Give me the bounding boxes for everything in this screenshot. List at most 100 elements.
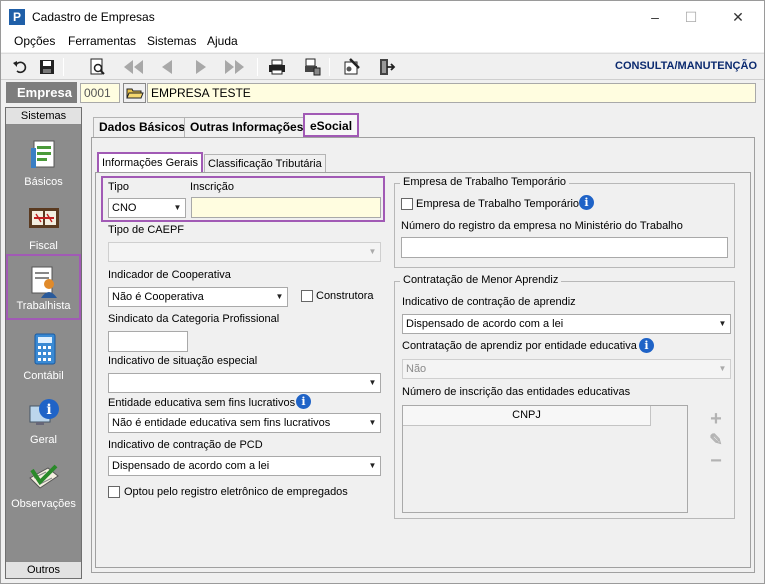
registro-eletronico-checkbox[interactable] xyxy=(108,486,120,498)
registro-mte-input[interactable] xyxy=(401,237,728,258)
tab-dados-basicos[interactable]: Dados Básicos xyxy=(93,117,192,138)
tipo-select[interactable]: CNO ▼ xyxy=(108,198,186,218)
inscricao-input[interactable] xyxy=(191,197,381,218)
sidebar-item-contabil[interactable]: Contábil xyxy=(6,332,81,394)
toolbar-separator xyxy=(63,58,64,76)
chevron-down-icon: ▼ xyxy=(718,319,727,328)
esocial-tab-content: Informações Gerais Classificação Tributá… xyxy=(91,137,755,573)
main-panel: Dados Básicos Outras Informações eSocial… xyxy=(89,107,759,579)
add-icon[interactable]: + xyxy=(706,408,726,431)
notes-icon xyxy=(28,464,59,489)
last-icon[interactable] xyxy=(223,57,247,77)
apprentice-group: Contratação de Menor Aprendiz Indicativo… xyxy=(394,274,735,519)
sidebar-item-label: Trabalhista xyxy=(16,300,71,312)
situacao-especial-select[interactable]: ▼ xyxy=(108,373,381,393)
inscricao-label: Inscrição xyxy=(190,181,235,193)
entidade-educativa-value: Não é entidade educativa sem fins lucrat… xyxy=(112,417,331,429)
tab-outras-informacoes[interactable]: Outras Informações xyxy=(184,117,310,138)
construtora-checkbox[interactable] xyxy=(301,290,313,302)
close-button[interactable]: ✕ xyxy=(718,5,758,29)
menu-ajuda[interactable]: Ajuda xyxy=(207,34,238,48)
cooperativa-label: Indicador de Cooperativa xyxy=(108,269,231,281)
sidebar-item-label: Básicos xyxy=(24,176,63,188)
sindicato-input[interactable] xyxy=(108,331,188,352)
tab-informacoes-gerais[interactable]: Informações Gerais xyxy=(97,152,203,174)
fiscal-icon xyxy=(28,208,59,228)
chevron-down-icon: ▼ xyxy=(275,292,284,301)
tab-esocial[interactable]: eSocial xyxy=(303,113,360,137)
open-folder-icon xyxy=(126,88,144,99)
temp-work-group: Empresa de Trabalho Temporário Empresa d… xyxy=(394,176,735,268)
sidebar-item-label: Contábil xyxy=(23,370,64,382)
print-setup-icon[interactable] xyxy=(302,57,322,77)
caepf-label: Tipo de CAEPF xyxy=(108,224,185,236)
chevron-down-icon: ▼ xyxy=(368,378,377,387)
save-icon[interactable] xyxy=(37,57,57,77)
info-icon[interactable]: i xyxy=(639,338,654,353)
chevron-down-icon: ▼ xyxy=(368,461,377,470)
labor-icon xyxy=(31,266,57,298)
maximize-button[interactable]: ☐ xyxy=(671,5,711,29)
entidade-educativa-select[interactable]: Não é entidade educativa sem fins lucrat… xyxy=(108,413,381,433)
menu-ferramentas[interactable]: Ferramentas xyxy=(68,34,136,48)
open-folder-button[interactable] xyxy=(123,83,146,103)
toolbar-separator xyxy=(257,58,258,76)
sidebar-item-observacoes[interactable]: Observações xyxy=(6,460,81,522)
cnpj-column-header[interactable]: CNPJ xyxy=(403,406,651,426)
cooperativa-select[interactable]: Não é Cooperativa ▼ xyxy=(108,287,288,307)
sidebar-item-label: Fiscal xyxy=(29,240,58,252)
sindicato-label: Sindicato da Categoria Profissional xyxy=(108,313,280,325)
menu-bar: Opções Ferramentas Sistemas Ajuda xyxy=(1,32,764,52)
company-row: Empresa 0001 EMPRESA TESTE xyxy=(1,81,764,105)
info-icon[interactable]: i xyxy=(579,195,594,210)
cnpj-grid[interactable]: CNPJ xyxy=(402,405,688,513)
sidebar-item-label: Observações xyxy=(11,498,76,510)
registro-mte-label: Número do registro da empresa no Ministé… xyxy=(401,220,683,232)
sidebar-item-geral[interactable]: i Geral xyxy=(6,396,81,458)
apprentice-indicativo-value: Dispensado de acordo com a lei xyxy=(406,318,564,330)
sidebar-item-trabalhista[interactable]: Trabalhista xyxy=(6,254,81,320)
apprentice-indicativo-select[interactable]: Dispensado de acordo com a lei ▼ xyxy=(402,314,731,334)
situacao-especial-label: Indicativo de situação especial xyxy=(108,355,258,367)
tab-classificacao-tributaria[interactable]: Classificação Tributária xyxy=(204,154,326,174)
info-icon[interactable]: i xyxy=(296,394,311,409)
apprentice-entidade-select[interactable]: Não ▼ xyxy=(402,359,731,379)
general-info-icon: i xyxy=(29,399,59,425)
undo-icon[interactable] xyxy=(11,57,31,77)
chevron-down-icon: ▼ xyxy=(368,418,377,427)
next-icon[interactable] xyxy=(191,57,211,77)
apprentice-inscricao-label: Número de inscrição das entidades educat… xyxy=(402,386,631,398)
company-code-field[interactable]: 0001 xyxy=(80,83,120,103)
mode-label: CONSULTA/MANUTENÇÃO xyxy=(615,60,757,72)
exit-icon[interactable] xyxy=(376,57,396,77)
temp-work-checkbox-label: Empresa de Trabalho Temporário xyxy=(416,198,580,210)
temp-work-checkbox[interactable] xyxy=(401,198,413,210)
apprentice-indicativo-label: Indicativo de contração de aprendiz xyxy=(402,296,576,308)
preview-icon[interactable] xyxy=(87,57,107,77)
remove-icon[interactable]: − xyxy=(706,450,726,473)
tools-icon[interactable] xyxy=(342,57,362,77)
temp-work-group-title: Empresa de Trabalho Temporário xyxy=(400,176,570,188)
pcd-select[interactable]: Dispensado de acordo com a lei ▼ xyxy=(108,456,381,476)
print-icon[interactable] xyxy=(267,57,287,77)
main-window: P Cadastro de Empresas – ☐ ✕ Opções Ferr… xyxy=(0,0,765,584)
toolbar-separator xyxy=(329,58,330,76)
menu-opcoes[interactable]: Opções xyxy=(14,34,55,48)
company-name-field[interactable]: EMPRESA TESTE xyxy=(147,83,756,103)
chevron-down-icon: ▼ xyxy=(173,203,182,212)
prev-icon[interactable] xyxy=(157,57,177,77)
minimize-button[interactable]: – xyxy=(635,5,675,29)
registro-eletronico-label: Optou pelo registro eletrônico de empreg… xyxy=(124,486,348,498)
entidade-educativa-label: Entidade educativa sem fins lucrativos xyxy=(108,397,296,409)
sidebar-header: Sistemas xyxy=(6,108,81,125)
apprentice-entidade-label: Contratação de aprendiz por entidade edu… xyxy=(402,340,637,352)
sidebar-footer[interactable]: Outros xyxy=(6,561,81,578)
caepf-select[interactable]: ▼ xyxy=(108,242,381,262)
edit-icon[interactable]: ✎ xyxy=(706,430,726,450)
menu-sistemas[interactable]: Sistemas xyxy=(147,34,196,48)
toolbar: CONSULTA/MANUTENÇÃO xyxy=(1,53,764,80)
title-bar: P Cadastro de Empresas – ☐ ✕ xyxy=(1,1,764,32)
cooperativa-value: Não é Cooperativa xyxy=(112,291,204,303)
sidebar-item-basicos[interactable]: Básicos xyxy=(6,138,81,200)
first-icon[interactable] xyxy=(121,57,145,77)
